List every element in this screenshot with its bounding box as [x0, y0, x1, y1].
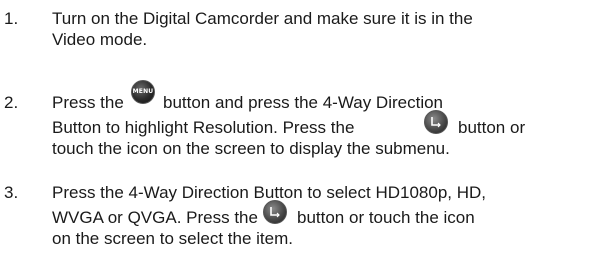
- step-text-line: WVGA or QVGA. Press the: [52, 208, 258, 227]
- step-text-line: touch the icon on the screen to display …: [52, 139, 450, 158]
- step-1: 1. Turn on the Digital Camcorder and mak…: [0, 2, 599, 54]
- enter-arrow-icon: [431, 117, 441, 128]
- step-number: 1.: [4, 9, 19, 28]
- step-text-line: button and press the 4-Way Direction: [163, 93, 444, 112]
- step-text-line: Press the 4-Way Direction Button to sele…: [52, 183, 486, 202]
- step-text-line: on the screen to select the item.: [52, 229, 293, 248]
- step-2: 2. Press the MENU button and press the 4…: [0, 80, 599, 168]
- step-text-line: Video mode.: [52, 30, 148, 49]
- step-text-line: button or: [458, 118, 526, 137]
- step-number: 2.: [4, 93, 19, 112]
- ok-button-icon: [263, 200, 287, 224]
- instructions-document: 1. Turn on the Digital Camcorder and mak…: [0, 0, 599, 258]
- step-text-line: Turn on the Digital Camcorder and make s…: [52, 9, 473, 28]
- step-text-line: Button to highlight Resolution. Press th…: [52, 118, 355, 137]
- menu-button-icon: MENU: [131, 80, 155, 104]
- step-text-line: Press the: [52, 93, 124, 112]
- enter-arrow-icon: [270, 207, 280, 218]
- step-3: 3. Press the 4-Way Direction Button to s…: [0, 172, 599, 256]
- step-number: 3.: [4, 183, 19, 202]
- step-text-line: button or touch the icon: [297, 208, 475, 227]
- ok-button-icon: [424, 110, 448, 134]
- menu-button-label: MENU: [132, 88, 154, 95]
